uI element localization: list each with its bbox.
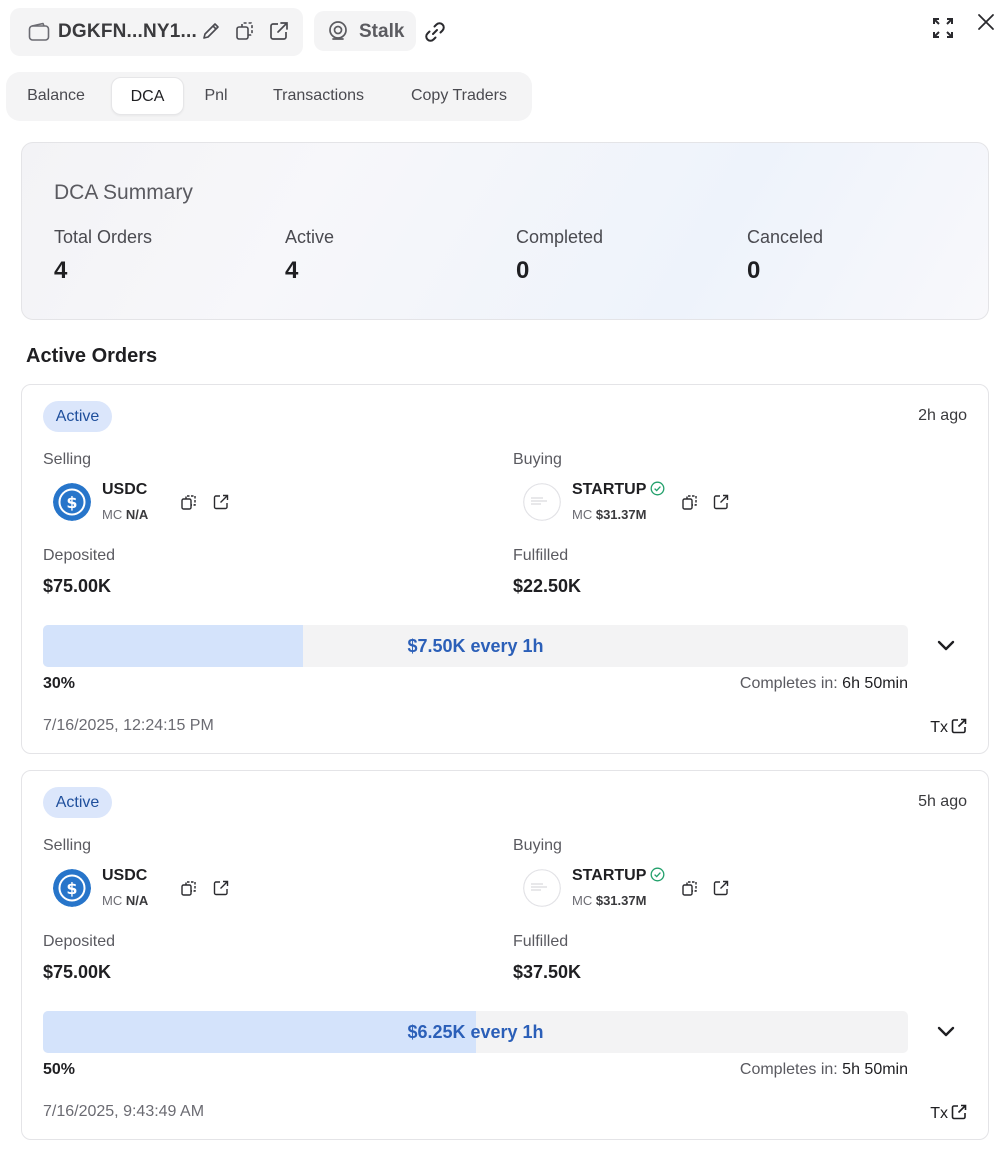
tx-link[interactable]: Tx [930,717,968,737]
order-date: 7/16/2025, 9:43:49 AM [43,1103,205,1120]
schedule-text: $6.25K every 1h [407,1022,544,1042]
tab-dca[interactable]: DCA [111,77,184,115]
tab-bar: Balance DCA Pnl Transactions Copy Trader… [6,72,532,121]
status-badge: Active [43,787,112,818]
copy-icon[interactable] [681,493,699,511]
completes-in: Completes in: 5h 50min [739,1061,908,1078]
stat-value-total-orders: 4 [54,257,68,284]
selling-token-name[interactable]: USDC [102,867,147,885]
buying-label: Buying [513,837,562,854]
selling-label: Selling [43,451,92,468]
order-card: Active 2h ago Selling $ USDC MC N/A Buyi… [21,384,989,754]
stalk-icon [329,21,347,40]
selling-token-mc: MC N/A [102,893,149,908]
expand-icon[interactable] [931,16,955,40]
chevron-down-icon[interactable] [933,1019,959,1045]
svg-text:$: $ [66,493,77,512]
verified-icon [650,867,665,882]
order-time-ago: 2h ago [918,407,967,424]
deposited-label: Deposited [43,547,116,564]
wallet-pill: DGKFN...NY1... [10,8,303,56]
status-badge: Active [43,401,112,432]
startup-logo [523,869,561,907]
stat-value-completed: 0 [516,257,530,284]
selling-label: Selling [43,837,92,854]
external-link-icon[interactable] [212,879,230,897]
order-card: Active 5h ago Selling $ USDC MC N/A Buyi… [21,770,989,1140]
summary-title: DCA Summary [54,181,193,204]
buying-token-mc: MC $31.37M [572,507,647,522]
svg-text:$: $ [66,879,77,898]
stat-label-total-orders: Total Orders [54,227,153,247]
close-icon[interactable] [976,12,996,32]
verified-icon [650,481,665,496]
buying-token-name[interactable]: STARTUP [572,481,665,499]
stat-value-canceled: 0 [747,257,761,284]
fulfilled-value: $22.50K [513,576,582,596]
link-icon[interactable] [422,19,448,45]
order-date: 7/16/2025, 12:24:15 PM [43,717,214,734]
external-link-icon[interactable] [712,879,730,897]
stat-value-active: 4 [285,257,299,284]
tab-transactions[interactable]: Transactions [261,77,376,115]
tx-link[interactable]: Tx [930,1103,968,1123]
buying-token-mc: MC $31.37M [572,893,647,908]
stalk-label: Stalk [359,21,405,42]
progress-percent: 30% [43,675,76,692]
deposited-value: $75.00K [43,962,112,982]
external-link-icon [951,718,967,734]
copy-icon[interactable] [234,20,256,42]
wallet-icon [28,22,50,41]
copy-icon[interactable] [681,879,699,897]
usdc-logo: $ [53,483,91,521]
wallet-address[interactable]: DGKFN...NY1... [58,21,197,43]
progress-percent: 50% [43,1061,76,1078]
copy-icon[interactable] [180,879,198,897]
deposited-value: $75.00K [43,576,112,596]
fulfilled-label: Fulfilled [513,933,569,950]
tab-pnl[interactable]: Pnl [196,77,236,115]
dca-summary-card: DCA Summary Total Orders 4 Active 4 Comp… [21,142,989,320]
startup-logo [523,483,561,521]
stalk-button[interactable]: Stalk [314,11,416,51]
external-link-icon[interactable] [212,493,230,511]
edit-icon[interactable] [200,20,222,42]
schedule-text: $7.50K every 1h [407,636,544,656]
copy-icon[interactable] [180,493,198,511]
active-orders-title: Active Orders [26,345,158,367]
progress-bar: $6.25K every 1h [43,1011,908,1053]
stat-label-completed: Completed [516,227,604,247]
stat-label-canceled: Canceled [747,227,824,247]
usdc-logo: $ [53,869,91,907]
selling-token-name[interactable]: USDC [102,481,147,499]
tab-balance[interactable]: Balance [14,77,98,115]
external-link-icon [951,1104,967,1120]
buying-label: Buying [513,451,562,468]
progress-bar: $7.50K every 1h [43,625,908,667]
selling-token-mc: MC N/A [102,507,149,522]
external-link-icon[interactable] [712,493,730,511]
tab-copy-traders[interactable]: Copy Traders [400,77,518,115]
external-link-icon[interactable] [268,20,290,42]
fulfilled-value: $37.50K [513,962,582,982]
stat-label-active: Active [285,227,335,247]
deposited-label: Deposited [43,933,116,950]
completes-in: Completes in: 6h 50min [739,675,908,692]
order-time-ago: 5h ago [918,793,967,810]
buying-token-name[interactable]: STARTUP [572,867,665,885]
chevron-down-icon[interactable] [933,633,959,659]
fulfilled-label: Fulfilled [513,547,569,564]
